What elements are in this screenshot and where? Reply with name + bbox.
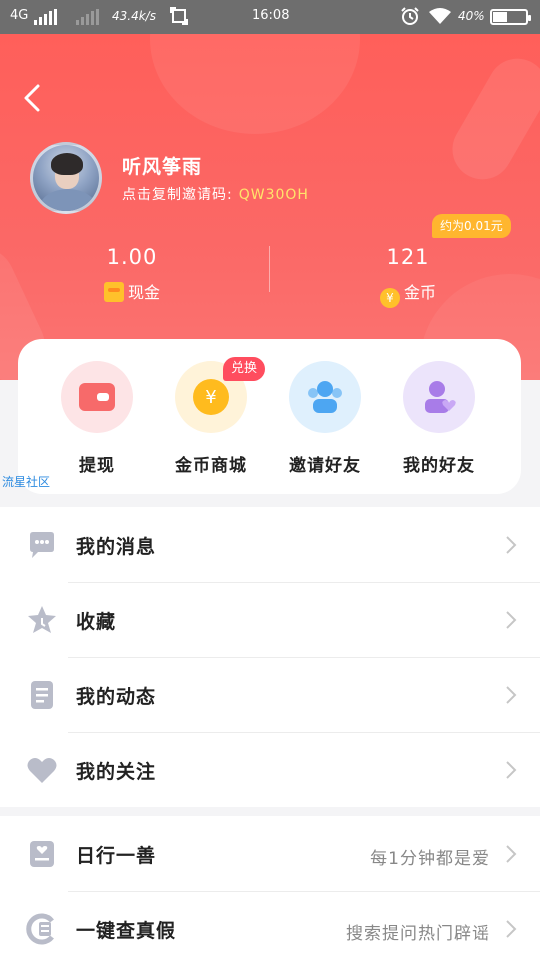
menu-label: 我的消息 — [76, 536, 157, 558]
coin-glyph: ¥ — [205, 387, 216, 408]
coins-label: 金币 — [403, 283, 436, 302]
signal-icon — [34, 9, 59, 25]
invite-label: 点击复制邀请码: — [122, 187, 233, 203]
menu-label: 我的动态 — [76, 686, 157, 708]
menu-label: 收藏 — [76, 611, 117, 633]
net-speed: 43.4k/s — [112, 9, 156, 23]
menu-label: 日行一善 — [76, 845, 157, 867]
avatar-hair — [51, 153, 83, 175]
chevron-right-icon — [506, 920, 517, 938]
menu-subtitle: 每1分钟都是爱 — [370, 849, 490, 869]
divider — [68, 582, 540, 583]
coins-value: 121 — [386, 245, 430, 269]
cash-value: 1.00 — [106, 245, 158, 269]
exchange-badge: 兑换 — [223, 357, 266, 381]
decor-shape — [150, 34, 360, 134]
menu-item-favorites[interactable]: 收藏 — [0, 582, 540, 657]
my-friends-action[interactable]: 我的好友 — [384, 361, 494, 476]
menu-subtitle: 搜索提问热门辟谣 — [346, 924, 490, 944]
coins-stat[interactable]: 121 ¥ 金币 — [308, 242, 508, 308]
divider — [68, 657, 540, 658]
signal-2-icon — [76, 9, 101, 25]
wifi-icon — [428, 7, 452, 29]
quick-actions-card: 提现 ¥ 金币商城 兑换 邀请好友 我的好友 — [18, 339, 521, 494]
menu-group-primary: 我的消息 收藏 我的动态 我的关注 — [0, 507, 540, 807]
charity-icon — [30, 841, 54, 867]
star-icon — [28, 606, 56, 633]
avatar[interactable] — [30, 142, 102, 214]
chevron-right-icon — [506, 845, 517, 863]
stat-divider — [269, 246, 270, 292]
cash-stat[interactable]: 1.00 现金 — [32, 242, 232, 304]
invite-friends-action[interactable]: 邀请好友 — [270, 361, 380, 476]
rumor-check-icon — [26, 913, 54, 945]
invite-code: QW30OH — [238, 187, 309, 203]
watermark: 流星社区 — [2, 475, 51, 489]
profile-header: 听风筝雨 点击复制邀请码: QW30OH 约为0.01元 1.00 现金 121 … — [0, 34, 540, 380]
menu-group-secondary: 日行一善 每1分钟都是爱 一键查真假 搜索提问热门辟谣 — [0, 816, 540, 960]
invite-friends-icon — [289, 361, 361, 433]
menu-item-charity[interactable]: 日行一善 每1分钟都是爱 — [0, 816, 540, 891]
clock: 16:08 — [252, 8, 290, 23]
status-bar: 4G 43.4k/s 16:08 40% — [0, 0, 540, 34]
avatar-body — [39, 189, 97, 211]
invite-code-row[interactable]: 点击复制邀请码: QW30OH — [122, 184, 309, 204]
divider — [68, 732, 540, 733]
menu-label: 一键查真假 — [76, 920, 177, 942]
my-friends-icon — [403, 361, 475, 433]
document-icon — [31, 681, 53, 709]
coin-icon: ¥ — [379, 288, 400, 308]
cash-icon — [103, 282, 124, 302]
decor-shape — [441, 47, 540, 191]
chevron-right-icon — [506, 761, 517, 779]
menu-label: 我的关注 — [76, 761, 157, 783]
coin-mall-label: 金币商城 — [175, 456, 247, 476]
heart-icon — [27, 758, 57, 783]
wallet-icon — [61, 361, 133, 433]
chevron-left-icon — [24, 84, 40, 112]
menu-item-messages[interactable]: 我的消息 — [0, 507, 540, 582]
network-type: 4G — [10, 8, 29, 23]
invite-friends-label: 邀请好友 — [289, 456, 361, 476]
back-button[interactable] — [18, 78, 48, 118]
battery-percent: 40% — [458, 9, 485, 23]
screenshot-icon — [170, 7, 188, 29]
withdraw-action[interactable]: 提现 — [42, 361, 152, 476]
battery-fill — [493, 12, 507, 22]
alarm-icon — [400, 6, 420, 30]
cash-label: 现金 — [127, 283, 160, 302]
chevron-right-icon — [506, 686, 517, 704]
menu-item-rumor-check[interactable]: 一键查真假 搜索提问热门辟谣 — [0, 891, 540, 960]
message-icon — [30, 532, 54, 558]
chevron-right-icon — [506, 536, 517, 554]
username: 听风筝雨 — [122, 156, 203, 178]
coin-value-badge: 约为0.01元 — [432, 214, 511, 238]
chevron-right-icon — [506, 611, 517, 629]
menu-item-following[interactable]: 我的关注 — [0, 732, 540, 807]
my-friends-label: 我的好友 — [403, 456, 475, 476]
menu-item-posts[interactable]: 我的动态 — [0, 657, 540, 732]
divider — [68, 891, 540, 892]
withdraw-label: 提现 — [79, 456, 115, 476]
battery-icon — [490, 9, 531, 25]
